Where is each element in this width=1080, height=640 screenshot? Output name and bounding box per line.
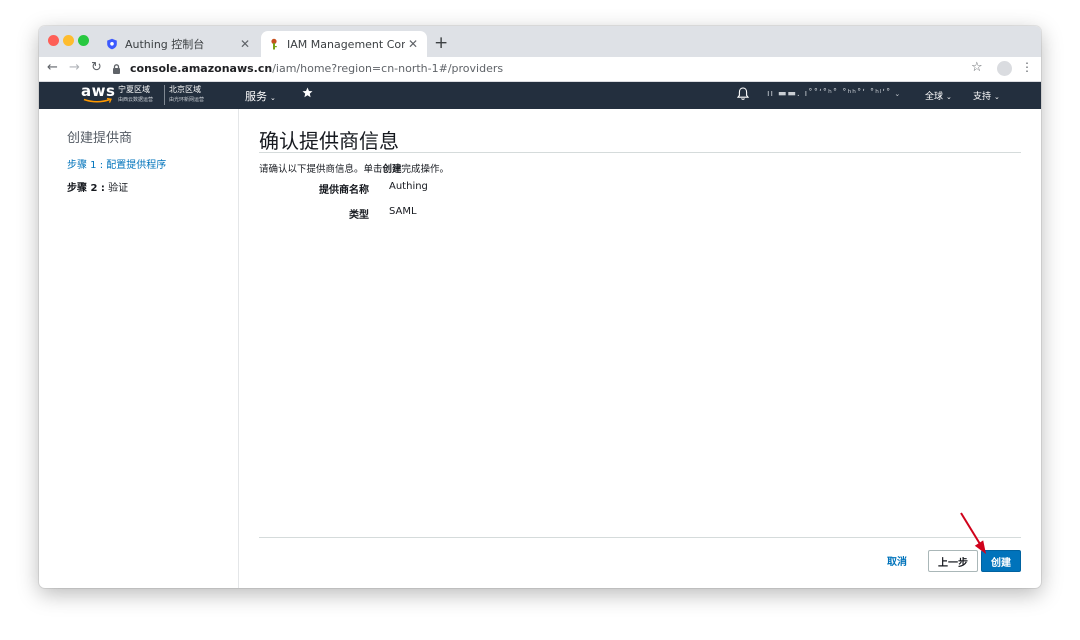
tab-iam-console[interactable]: IAM Management Console ✕ [261, 31, 427, 57]
tab-authing[interactable]: Authing 控制台 ✕ [99, 31, 259, 57]
main-content: 确认提供商信息 请确认以下提供商信息。单击创建完成操作。 提供商名称 Authi… [259, 109, 1021, 588]
browser-toolbar: ← → ↻ console.amazonaws.cn/iam/home?regi… [39, 57, 1041, 82]
services-menu[interactable]: 服务 ⌄ [245, 88, 276, 104]
provider-type-value: SAML [389, 206, 417, 217]
forward-icon[interactable]: → [69, 60, 80, 75]
provider-type-label: 类型 [349, 210, 369, 221]
url-host: console.amazonaws.cn [130, 62, 273, 75]
back-icon[interactable]: ← [47, 60, 58, 75]
url-path: /iam/home?region=cn-north-1#/providers [272, 62, 504, 75]
shield-favicon-icon [105, 37, 119, 51]
support-menu[interactable]: 支持 ⌄ [973, 89, 1000, 102]
maximize-window-button[interactable] [78, 35, 89, 46]
browser-window: Authing 控制台 ✕ IAM Management Console ✕ +… [39, 26, 1041, 588]
address-bar[interactable]: console.amazonaws.cn/iam/home?region=cn-… [112, 59, 997, 78]
chevron-down-icon: ⌄ [994, 93, 1000, 101]
account-menu[interactable]: ıı ▬▬. ı˚˚ʹ˚ʰ˚ ˚ʰʰ˚ʹ ˚ʰˡʹ˚ ⌄ [767, 89, 901, 99]
chevron-down-icon: ⌄ [894, 90, 902, 98]
tab-title: IAM Management Console [287, 37, 405, 51]
cancel-button[interactable]: 取消 [887, 553, 907, 568]
new-tab-button[interactable]: + [434, 33, 448, 53]
region-ningxia: 宁夏区域 由西云数据运营 [118, 85, 154, 103]
close-tab-icon[interactable]: ✕ [405, 37, 421, 51]
aws-console-header: aws 宁夏区域 由西云数据运营 北京区域 由光环新网运营 服务 ⌄ ıı ▬▬.… [39, 82, 1041, 109]
reload-icon[interactable]: ↻ [91, 60, 102, 75]
wizard-step-configure-link[interactable]: 步骤 1 : 配置提供程序 [67, 156, 166, 171]
chevron-down-icon: ⌄ [946, 93, 952, 101]
create-button[interactable]: 创建 [981, 550, 1021, 572]
page-title: 确认提供商信息 [259, 129, 399, 153]
bell-icon[interactable] [736, 86, 751, 102]
wizard-step-verify: 步骤 2 : 验证 [67, 183, 129, 194]
instruction-text: 请确认以下提供商信息。单击创建完成操作。 [259, 164, 450, 175]
title-divider [259, 152, 1021, 153]
footer-divider [259, 537, 1021, 538]
profile-avatar[interactable] [997, 61, 1012, 76]
pin-icon[interactable] [302, 87, 313, 101]
tab-strip: Authing 控制台 ✕ IAM Management Console ✕ + [39, 26, 1041, 57]
tab-title: Authing 控制台 [125, 38, 205, 51]
lock-icon [112, 63, 126, 74]
provider-name-label: 提供商名称 [319, 185, 369, 196]
minimize-window-button[interactable] [63, 35, 74, 46]
aws-logo[interactable]: aws [81, 83, 117, 107]
chevron-down-icon: ⌄ [270, 94, 276, 102]
previous-button[interactable]: 上一步 [928, 550, 978, 572]
wizard-title: 创建提供商 [67, 131, 133, 146]
bookmark-star-icon[interactable]: ☆ [971, 60, 983, 75]
provider-name-value: Authing [389, 181, 428, 192]
close-tab-icon[interactable]: ✕ [237, 37, 253, 51]
wizard-sidebar: 创建提供商 步骤 1 : 配置提供程序 步骤 2 : 验证 [39, 109, 239, 588]
key-favicon-icon [267, 37, 281, 51]
browser-menu-icon[interactable]: ⋮ [1021, 60, 1033, 74]
global-menu[interactable]: 全球 ⌄ [925, 89, 952, 102]
close-window-button[interactable] [48, 35, 59, 46]
region-beijing: 北京区域 由光环新网运营 [164, 85, 204, 105]
